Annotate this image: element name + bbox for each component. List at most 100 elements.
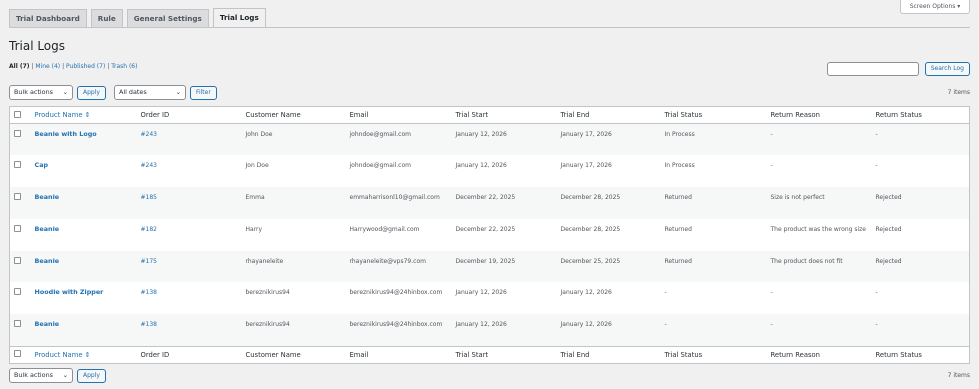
cell-email: johndoe@gmail.com [349, 131, 412, 138]
order-id-link[interactable]: #175 [141, 258, 157, 265]
cell-reason: - [770, 162, 773, 170]
table-row: Beanie #175 rhayaneleite rhayaneleite@vps79… [9, 250, 970, 283]
cell-reason: Size is not perfect [770, 194, 825, 202]
dates-label: All dates [118, 88, 147, 96]
cell-customer: John Doe [245, 131, 273, 138]
cell-reason: - [770, 131, 773, 138]
order-id-link[interactable]: #138 [141, 289, 157, 296]
row-checkbox[interactable] [14, 256, 21, 264]
view-trash[interactable]: Trash (6) [111, 63, 137, 70]
cell-start: December 22, 2025 [455, 225, 516, 233]
cell-email: rhayaneleite@vps79.com [349, 257, 426, 265]
view-mine[interactable]: Mine (4) [35, 63, 60, 70]
cell-reason: The product was the wrong size [770, 225, 867, 233]
table-row: Beanie #185 Emma emmaharrisonl10@gmail.com D… [9, 187, 970, 219]
cell-start: January 12, 2026 [455, 321, 507, 329]
col-order-id: Order ID [136, 106, 242, 124]
select-all-checkbox-bottom[interactable] [14, 350, 21, 358]
product-name-link[interactable]: Beanie [35, 193, 60, 201]
cell-start: January 12, 2026 [455, 162, 507, 170]
table-row: Beanie #182 Harry Harrywood@gmail.com Decemb… [10, 219, 970, 251]
tabs-divider [9, 27, 970, 28]
col-email: Email [345, 106, 452, 124]
chevron-down-icon: ⌄ [175, 88, 181, 96]
view-published[interactable]: Published (7) [66, 63, 105, 70]
cell-end: January 17, 2026 [560, 131, 612, 138]
col-return-reason: Return Reason [766, 106, 872, 124]
product-name-link[interactable]: Beanie [35, 257, 60, 265]
sort-product-name[interactable]: Product Name ⇕ [35, 111, 91, 119]
cell-end: January 12, 2026 [560, 321, 612, 329]
row-checkbox[interactable] [14, 193, 21, 201]
col-customer-name: Customer Name [241, 345, 346, 364]
row-checkbox[interactable] [14, 320, 21, 328]
col-email: Email [345, 345, 452, 364]
separator: | [62, 63, 65, 70]
row-checkbox[interactable] [14, 130, 21, 137]
items-count-bottom: 7 items [947, 372, 970, 379]
search-log-button[interactable]: Search Log [924, 62, 970, 76]
product-name-link[interactable]: Beanie [35, 320, 60, 328]
bottom-tablenav: Bulk actions ⌄ Apply [9, 368, 106, 383]
cell-rstatus: - [875, 289, 878, 297]
product-name-link[interactable]: Cap [35, 161, 49, 169]
bulk-actions-label: Bulk actions [14, 371, 53, 379]
screen-options-button[interactable]: Screen Options ▾ [900, 0, 970, 14]
cell-rstatus: - [875, 131, 878, 138]
cell-reason: - [770, 321, 773, 329]
order-id-link[interactable]: #185 [141, 194, 157, 201]
col-trial-start: Trial Start [451, 106, 557, 124]
order-id-link[interactable]: #243 [141, 162, 157, 169]
cell-customer: Harry [245, 225, 263, 233]
table-footer-row: Product Name ⇕ Order ID Customer Name Em… [9, 345, 970, 364]
nav-tabs: Trial Dashboard Rule General Settings Tr… [9, 8, 266, 28]
cell-status: - [664, 289, 667, 297]
cell-status: - [664, 321, 667, 329]
col-trial-end: Trial End [556, 106, 661, 124]
cell-end: December 28, 2025 [560, 194, 621, 202]
search-box: Search Log [826, 62, 970, 76]
search-input[interactable] [826, 62, 919, 76]
table-header-row: Product Name ⇕ Order ID Customer Name Em… [9, 106, 970, 124]
cell-rstatus: - [875, 162, 878, 170]
cell-start: December 19, 2025 [455, 257, 516, 265]
order-id-link[interactable]: #138 [141, 321, 157, 328]
cell-customer: bereznikirus94 [245, 289, 290, 297]
bulk-actions-select-bottom[interactable]: Bulk actions ⌄ [9, 368, 73, 383]
tab-rule[interactable]: Rule [90, 9, 123, 28]
order-id-link[interactable]: #182 [141, 226, 157, 233]
cell-email: bereznikirus94@24hinbox.com [349, 321, 443, 329]
select-all-checkbox[interactable] [14, 110, 21, 118]
tab-trial-logs[interactable]: Trial Logs [212, 8, 266, 28]
cell-end: December 25, 2025 [560, 257, 621, 265]
row-checkbox[interactable] [14, 161, 21, 169]
col-return-status: Return Status [871, 106, 970, 124]
product-name-link[interactable]: Beanie with Logo [35, 130, 97, 138]
cell-reason: The product does not fit [770, 257, 843, 265]
order-id-link[interactable]: #243 [141, 131, 157, 138]
row-checkbox[interactable] [14, 224, 21, 232]
product-name-link[interactable]: Beanie [35, 225, 60, 233]
dates-select[interactable]: All dates ⌄ [113, 85, 186, 100]
col-return-reason: Return Reason [766, 345, 872, 364]
col-trial-status: Trial Status [660, 106, 767, 124]
view-all[interactable]: All (7) [9, 63, 30, 70]
col-order-id: Order ID [136, 345, 242, 364]
apply-button[interactable]: Apply [77, 85, 106, 100]
cell-end: December 28, 2025 [560, 225, 621, 233]
items-count: 7 items [947, 89, 970, 96]
apply-button-bottom[interactable]: Apply [77, 368, 106, 383]
chevron-down-icon: ⌄ [62, 371, 68, 379]
bulk-actions-label: Bulk actions [14, 88, 53, 96]
cell-rstatus: - [875, 321, 878, 329]
cell-start: January 12, 2026 [455, 131, 507, 138]
sort-product-name-bottom[interactable]: Product Name ⇕ [35, 351, 91, 359]
tab-general-settings[interactable]: General Settings [126, 9, 209, 28]
bulk-actions-select[interactable]: Bulk actions ⌄ [9, 85, 73, 100]
product-name-link[interactable]: Hoodie with Zipper [35, 288, 104, 296]
filter-button[interactable]: Filter [189, 85, 217, 100]
separator: | [107, 63, 110, 70]
row-checkbox[interactable] [14, 288, 21, 296]
tab-trial-dashboard[interactable]: Trial Dashboard [9, 9, 87, 28]
cell-end: January 17, 2026 [560, 162, 612, 170]
